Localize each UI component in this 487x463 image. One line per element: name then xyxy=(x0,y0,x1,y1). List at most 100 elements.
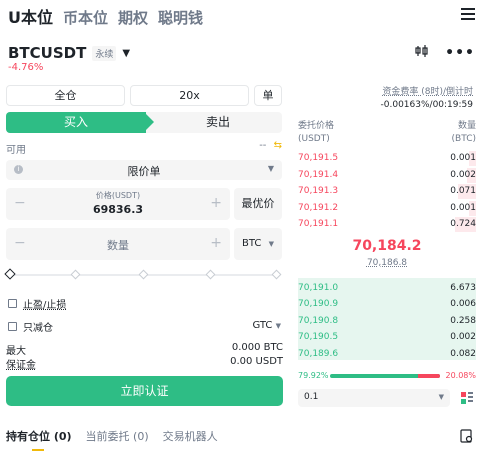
tp-sl-label: 止盈/止损 xyxy=(23,300,67,311)
precision-select[interactable]: 0.1 ▼ xyxy=(298,389,450,407)
buy-tab[interactable]: 买入 xyxy=(6,112,146,133)
max-label: 最大 xyxy=(6,346,26,357)
bid-row[interactable]: 70,190.9 0.006 xyxy=(298,297,476,312)
price-value: 69836.3 xyxy=(92,203,144,216)
quantity-unit: BTC xyxy=(242,238,262,249)
bid-row[interactable]: 70,190.8 0.258 xyxy=(298,314,476,329)
leverage-button[interactable]: 20x xyxy=(130,85,249,106)
orderbook-layout-icon[interactable] xyxy=(460,390,474,409)
quantity-slider[interactable] xyxy=(4,268,282,280)
ask-row[interactable]: 70,191.3 0.071 xyxy=(298,184,476,200)
bid-quantity: 0.002 xyxy=(450,332,476,343)
tab-coin-margined[interactable]: 币本位 xyxy=(63,7,108,28)
time-in-force-select[interactable]: GTC ▼ xyxy=(253,320,281,331)
available-value: -- ⇆ xyxy=(259,140,282,151)
reduce-only-label: 只减仓 xyxy=(23,323,53,334)
more-options-icon[interactable]: ••• xyxy=(445,45,475,61)
order-type-value: 限价单 xyxy=(127,165,161,178)
verify-now-button[interactable]: 立即认证 xyxy=(6,376,283,406)
quantity-input[interactable]: − 数量 + xyxy=(6,228,230,260)
tab-options[interactable]: 期权 xyxy=(118,7,148,28)
active-tab-indicator xyxy=(32,449,44,451)
quantity-unit-select[interactable]: BTC ▼ xyxy=(234,228,282,260)
ask-row[interactable]: 70,191.1 0.724 xyxy=(298,217,476,233)
slider-mark-100[interactable] xyxy=(271,269,282,280)
tab-open-orders[interactable]: 当前委托 (0) xyxy=(86,428,149,444)
slider-mark-25[interactable] xyxy=(70,269,81,280)
funding-rate-value: -0.00163%/00:19:59 xyxy=(380,100,473,110)
bid-quantity: 0.006 xyxy=(450,299,476,310)
ask-price: 70,191.5 xyxy=(298,153,339,163)
tab-smart-money[interactable]: 聪明钱 xyxy=(158,7,203,28)
precision-value: 0.1 xyxy=(304,392,319,402)
ask-quantity: 0.071 xyxy=(450,186,476,197)
bid-quantity: 0.082 xyxy=(450,348,476,359)
tab-trading-bots[interactable]: 交易机器人 xyxy=(163,428,218,444)
unit-dropdown-icon: ▼ xyxy=(268,240,274,248)
time-in-force-dropdown-icon: ▼ xyxy=(275,322,281,330)
position-mode-button[interactable]: 单 xyxy=(254,85,282,106)
header-actions: ••• xyxy=(415,44,475,62)
bid-row[interactable]: 70,191.0 6.673 xyxy=(298,281,476,296)
price-column-unit: (USDT) xyxy=(298,134,330,144)
bid-price: 70,191.0 xyxy=(298,283,339,293)
menu-icon[interactable] xyxy=(461,8,475,20)
qty-column-title: 数量 xyxy=(457,121,476,131)
candlestick-chart-icon[interactable] xyxy=(415,44,429,62)
buy-tab-arrow xyxy=(144,112,154,132)
best-price-button[interactable]: 最优价 xyxy=(234,188,282,220)
margin-value: 0.00 USDT xyxy=(230,356,283,367)
margin-label: 保证金 xyxy=(6,360,36,371)
buy-sell-ratio-bar xyxy=(330,374,440,378)
slider-mark-75[interactable] xyxy=(205,269,216,280)
slider-mark-50[interactable] xyxy=(138,269,149,280)
bid-row[interactable]: 70,190.5 0.002 xyxy=(298,330,476,345)
last-price[interactable]: 70,184.2 xyxy=(298,238,476,254)
quantity-placeholder: 数量 xyxy=(107,239,129,252)
tp-sl-option[interactable]: 止盈/止损 xyxy=(8,296,66,311)
bid-price: 70,189.6 xyxy=(298,348,339,359)
increase-price-icon[interactable]: + xyxy=(210,195,222,211)
tab-usdt-margined[interactable]: U本位 xyxy=(8,4,53,28)
market-type-tabs: U本位 币本位 期权 聪明钱 xyxy=(8,4,203,28)
available-label: 可用 xyxy=(6,145,26,156)
buy-ratio: 79.92% xyxy=(298,371,329,380)
bid-price: 70,190.9 xyxy=(298,299,339,310)
price-change: -4.76% xyxy=(8,62,44,73)
slider-handle[interactable] xyxy=(4,268,16,280)
ask-price: 70,191.2 xyxy=(298,202,339,213)
ask-price: 70,191.3 xyxy=(298,186,339,197)
bid-row[interactable]: 70,189.6 0.082 xyxy=(298,347,476,362)
price-label: 价格(USDT) xyxy=(95,191,141,200)
ask-quantity: 0.002 xyxy=(450,169,476,180)
symbol-selector[interactable]: BTCUSDT 永续 ▼ xyxy=(8,44,130,62)
margin-mode-button[interactable]: 全仓 xyxy=(6,85,125,106)
ask-row[interactable]: 70,191.2 0.001 xyxy=(298,200,476,216)
qty-column-header: 数量 (BTC) xyxy=(452,118,476,144)
tp-sl-checkbox[interactable] xyxy=(8,299,17,308)
reduce-only-option[interactable]: 只减仓 xyxy=(8,319,53,334)
price-input[interactable]: − 价格(USDT) 69836.3 + xyxy=(6,188,230,220)
available-amount: -- xyxy=(259,140,267,151)
mark-price: 70,186.8 xyxy=(366,258,408,268)
price-column-header: 委托价格 (USDT) xyxy=(298,118,334,144)
reduce-only-checkbox[interactable] xyxy=(8,322,17,331)
sell-ratio-segment xyxy=(417,374,440,378)
symbol-name: BTCUSDT xyxy=(8,44,87,62)
order-type-select[interactable]: i 限价单 ▼ xyxy=(6,160,282,180)
max-value: 0.000 BTC xyxy=(231,342,283,353)
sell-tab[interactable]: 卖出 xyxy=(154,112,282,133)
ask-row[interactable]: 70,191.4 0.002 xyxy=(298,167,476,183)
caret-down-icon: ▼ xyxy=(122,47,131,59)
tab-positions[interactable]: 持有仓位 (0) xyxy=(6,428,72,444)
ask-row[interactable]: 70,191.5 0.001 xyxy=(298,151,476,166)
funding-rate-label: 资金费率 (8时)/倒计时 xyxy=(382,87,473,97)
precision-dropdown-icon: ▼ xyxy=(438,393,444,401)
ask-quantity: 0.001 xyxy=(450,202,476,213)
dropdown-arrow-icon: ▼ xyxy=(267,164,274,173)
transfer-icon[interactable]: ⇆ xyxy=(274,140,282,151)
side-toggle: 买入 卖出 xyxy=(6,112,282,133)
order-history-icon[interactable] xyxy=(460,428,473,447)
increase-quantity-icon[interactable]: + xyxy=(210,235,222,251)
ask-quantity: 0.724 xyxy=(450,219,476,230)
